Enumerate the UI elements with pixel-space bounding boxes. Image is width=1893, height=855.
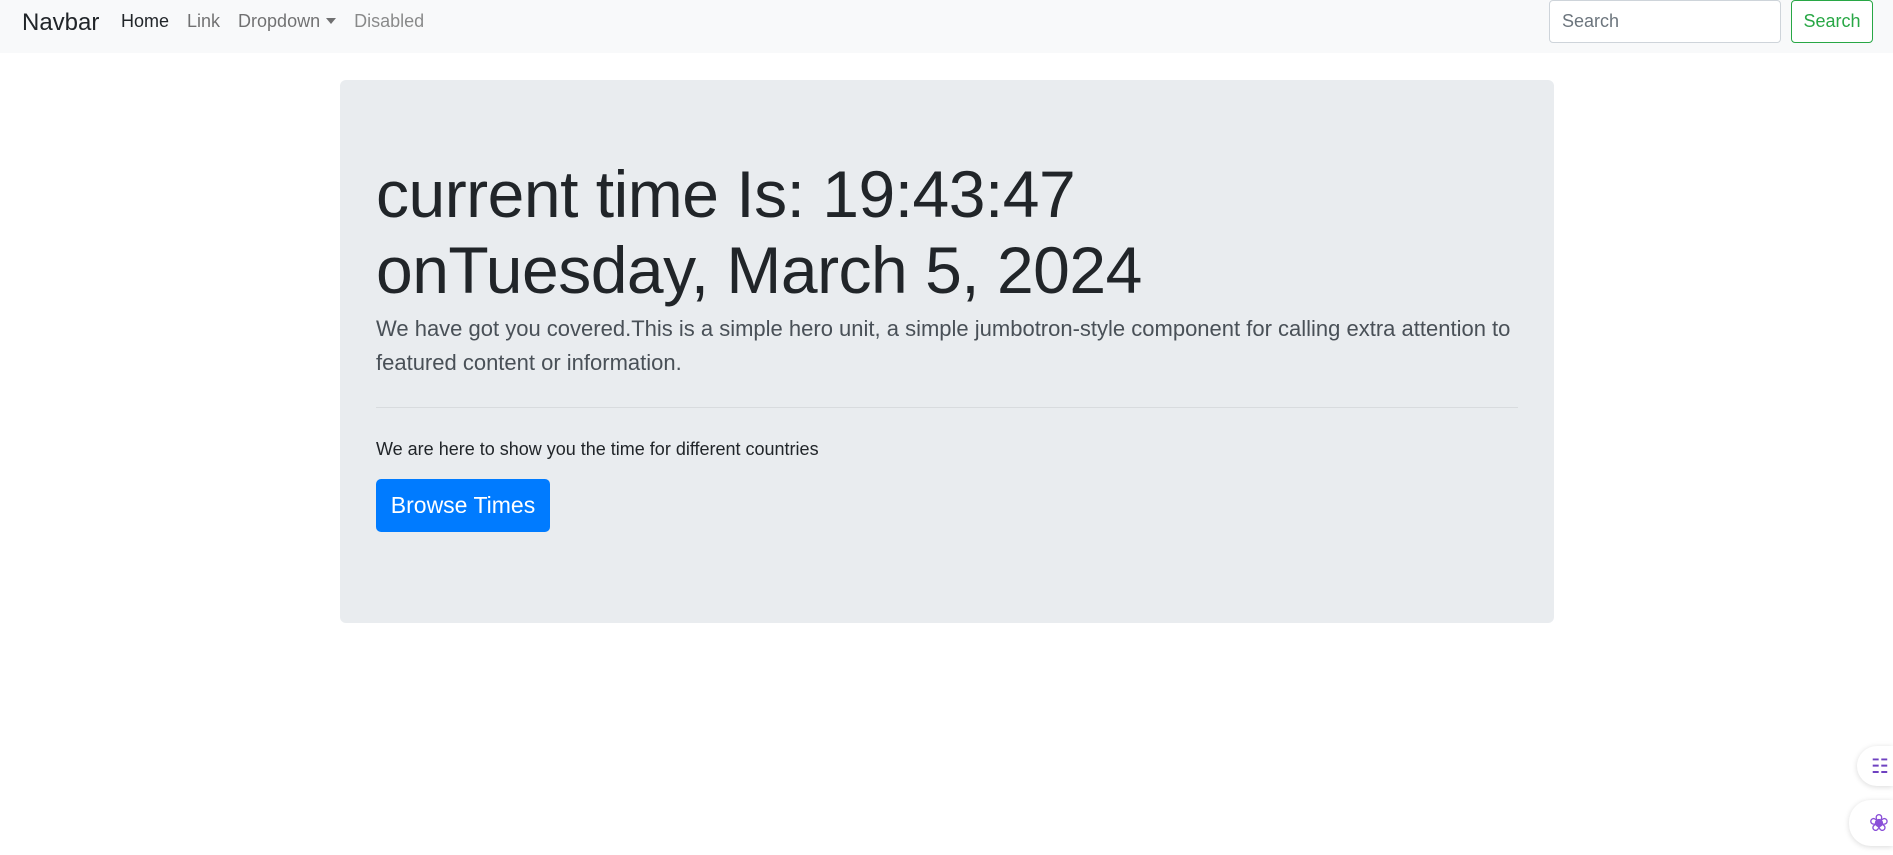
- brain-widget[interactable]: ❀: [1849, 800, 1893, 846]
- brain-icon: ❀: [1868, 809, 1889, 837]
- navbar: Navbar Home Link Dropdown Disabled Searc…: [0, 0, 1893, 53]
- nav-links: Home Link Dropdown Disabled: [121, 11, 433, 33]
- nav-dropdown-label: Dropdown: [238, 11, 321, 31]
- search-form: Search: [1549, 0, 1873, 43]
- translate-icon: ☷: [1871, 754, 1889, 778]
- nav-link-link[interactable]: Link: [178, 11, 229, 33]
- nav-dropdown-toggle[interactable]: Dropdown: [229, 11, 345, 33]
- search-button[interactable]: Search: [1791, 0, 1873, 43]
- subtext: We are here to show you the time for dif…: [376, 439, 819, 459]
- nav-link-home[interactable]: Home: [121, 11, 178, 33]
- jumbotron: current time Is: 19:43:47 onTuesday, Mar…: [340, 80, 1554, 623]
- lead-paragraph: We have got you covered.This is a simple…: [376, 316, 1511, 375]
- translate-widget[interactable]: ☷: [1857, 746, 1893, 786]
- navbar-brand[interactable]: Navbar: [22, 9, 99, 38]
- current-time-heading: current time Is: 19:43:47: [376, 157, 1076, 231]
- current-date-heading: onTuesday, March 5, 2024: [376, 233, 1142, 307]
- divider: [376, 407, 1518, 408]
- search-input[interactable]: [1549, 0, 1781, 43]
- nav-link-disabled: Disabled: [354, 11, 425, 31]
- caret-down-icon: [326, 18, 337, 24]
- browse-times-button[interactable]: Browse Times: [376, 479, 550, 532]
